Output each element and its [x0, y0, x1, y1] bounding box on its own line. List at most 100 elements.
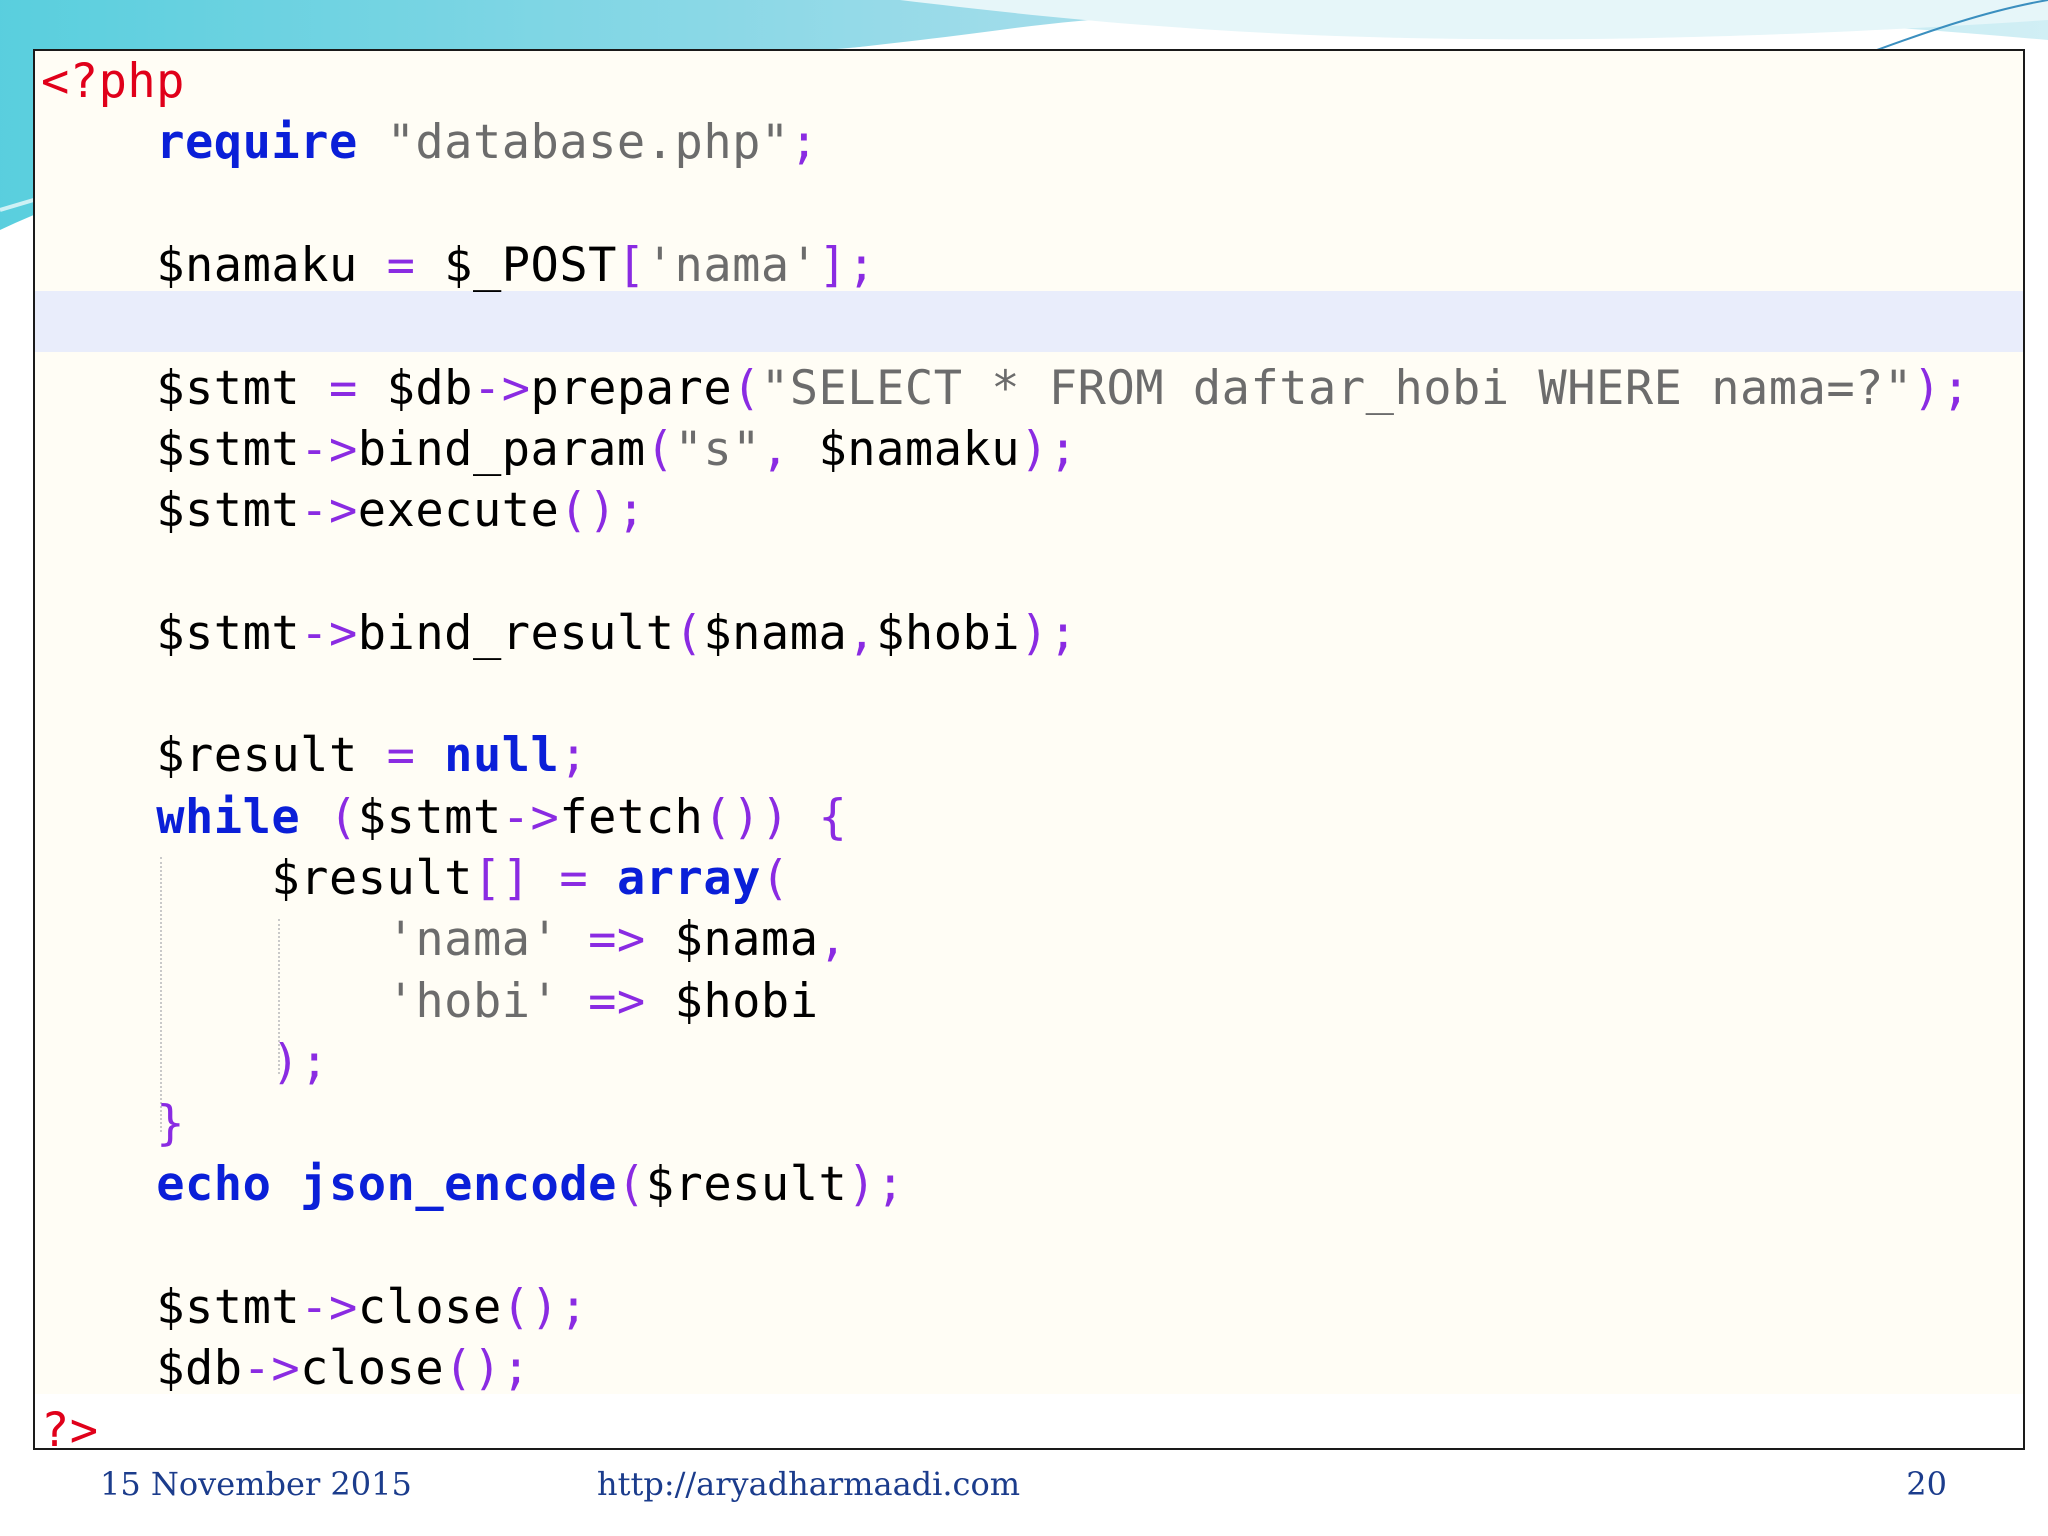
variable-token: $namaku [818, 421, 1021, 477]
code-line: 'hobi' => $hobi [41, 971, 819, 1032]
function-token: close [357, 1280, 502, 1335]
operator-token: ( [616, 1157, 646, 1213]
variable-token: $nama [703, 605, 848, 661]
operator-token: = [386, 728, 416, 784]
operator-token: (); [444, 1341, 531, 1397]
operator-token: ); [1912, 360, 1971, 416]
operator-token: ; [559, 728, 589, 784]
variable-token: $hobi [876, 605, 1021, 661]
string-token: 'hobi' [386, 973, 560, 1029]
string-token: "database.php" [386, 115, 790, 171]
operator-token: ; [789, 115, 819, 171]
keyword-token: array [616, 850, 761, 906]
operator-token: ]; [818, 237, 877, 293]
variable-token: $stmt [357, 789, 502, 845]
operator-token: , [760, 421, 790, 477]
keyword-token: json_encode [300, 1157, 617, 1213]
code-line: <?php [41, 51, 185, 112]
operator-token: => [588, 912, 646, 968]
operator-token: ); [847, 1157, 905, 1213]
function-token: execute [357, 483, 560, 539]
footer-page-number: 20 [1906, 1465, 1947, 1503]
operator-token: -> [300, 421, 358, 477]
php-delimiter: <?php [41, 54, 185, 109]
footer-url[interactable]: http://aryadharmaadi.com [597, 1462, 1020, 1506]
operator-token: , [818, 912, 848, 968]
operator-token: => [588, 973, 646, 1029]
operator-token: { [818, 789, 848, 845]
operator-token: -> [300, 483, 358, 539]
code-line: $stmt = $db->prepare("SELECT * FROM daft… [41, 358, 1970, 419]
string-token: 'nama' [645, 237, 819, 293]
operator-token: -> [300, 605, 358, 661]
operator-token: = [328, 360, 358, 416]
function-token: fetch [559, 789, 704, 845]
operator-token: ( [760, 850, 790, 906]
operator-token: (); [501, 1280, 589, 1335]
keyword-token: require [156, 115, 358, 171]
keyword-token: while [156, 789, 301, 845]
operator-token: = [386, 237, 416, 293]
code-line: 'nama' => $nama, [41, 909, 847, 970]
code-line: $stmt->bind_result($nama,$hobi); [41, 603, 1078, 664]
variable-token: $stmt [156, 483, 301, 539]
keyword-token: echo [156, 1157, 272, 1213]
operator-token: ( [732, 360, 761, 416]
operator-token: -> [472, 360, 531, 416]
variable-token: $namaku [156, 237, 358, 293]
operator-token: -> [300, 1280, 358, 1335]
operator-token: ()) [703, 789, 790, 845]
operator-token: } [156, 1096, 185, 1152]
footer-date: 15 November 2015 [100, 1465, 412, 1503]
code-line: $db->close(); [41, 1338, 531, 1399]
operator-token: , [847, 605, 877, 661]
function-token: close [300, 1341, 445, 1397]
operator-token: [ [616, 237, 646, 293]
current-line-highlight [35, 291, 2023, 352]
code-line: $stmt->execute(); [41, 480, 646, 541]
operator-token: ( [674, 605, 704, 661]
operator-token: ( [328, 789, 358, 845]
operator-token: ); [1020, 605, 1078, 661]
code-line: $stmt->bind_param("s", $namaku); [41, 419, 1078, 480]
code-line: } [41, 1093, 185, 1154]
variable-token: $result [271, 850, 473, 906]
keyword-token: null [444, 728, 560, 784]
variable-token: $_POST [444, 237, 617, 293]
string-token: "s" [674, 421, 761, 477]
code-line: ?> [41, 1400, 99, 1448]
operator-token: -> [501, 789, 560, 845]
variable-token: $nama [674, 912, 819, 968]
variable-token: $result [645, 1157, 848, 1213]
string-token: 'nama' [386, 912, 560, 968]
function-token: prepare [530, 360, 733, 416]
code-line: echo json_encode($result); [41, 1154, 905, 1215]
code-line: $stmt->close(); [41, 1277, 588, 1338]
variable-token: $stmt [156, 605, 301, 661]
operator-token: (); [559, 483, 646, 539]
variable-token: $stmt [156, 360, 301, 416]
